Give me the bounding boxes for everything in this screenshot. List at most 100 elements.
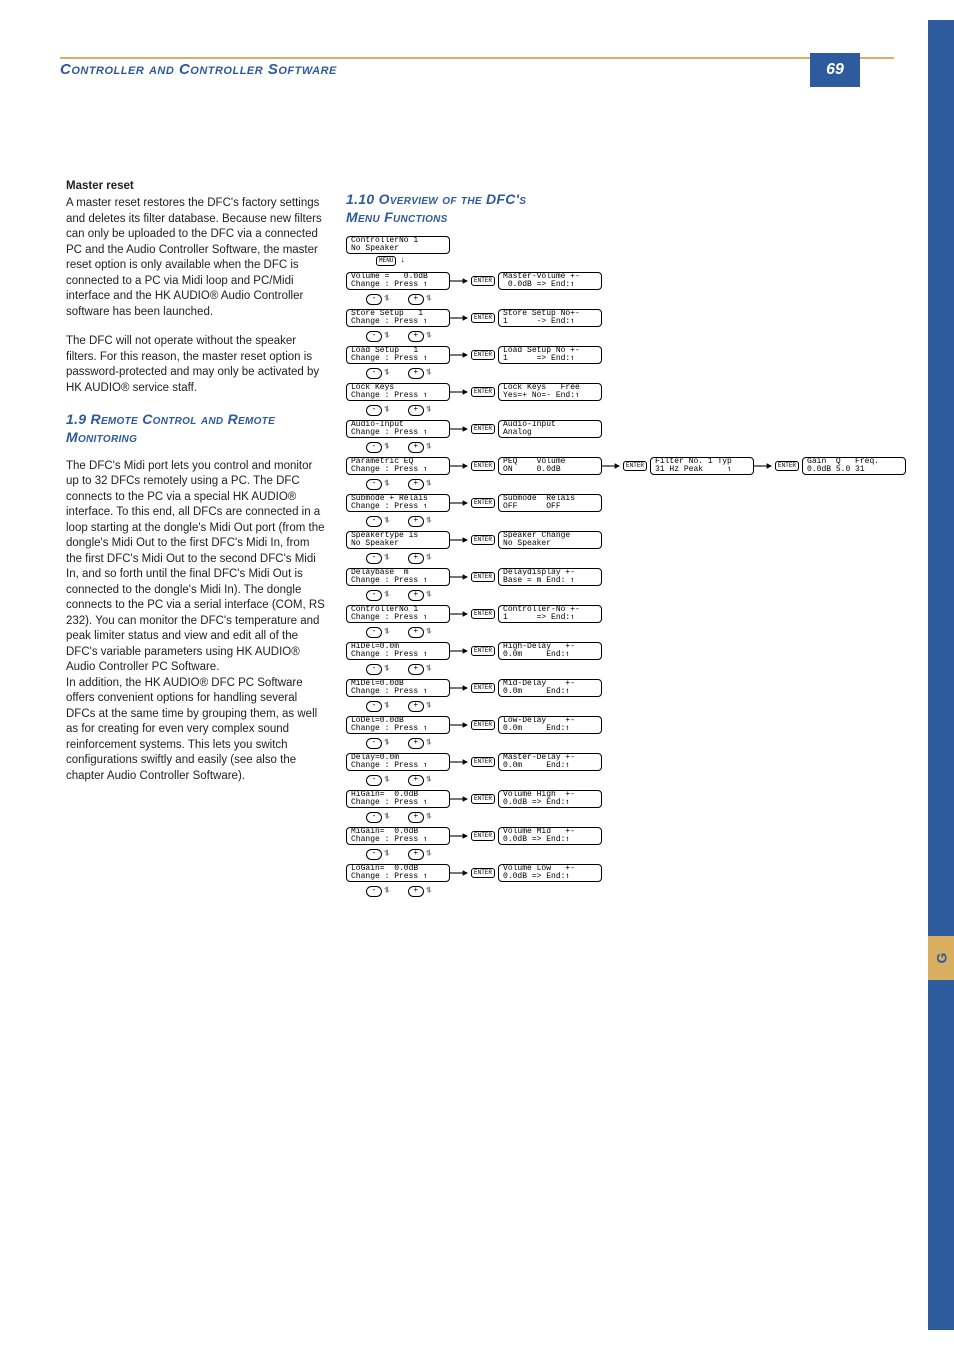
plus-button: + [408, 664, 424, 675]
plus-minus-nav: -⥮ +⥮ [346, 662, 906, 679]
menu-row: Volume = 0.0dB Change : Press ↿ ENTER Ma… [346, 272, 906, 290]
menu-node-right: Delaydisplay +- Base = m End: ↿ [498, 568, 602, 586]
enter-button: ENTER [471, 572, 495, 582]
plus-minus-nav: -⥮ +⥮ [346, 773, 906, 790]
minus-button: - [366, 553, 382, 564]
menu-node-left: HiGain= 0.0dB Change : Press ↿ [346, 790, 450, 808]
menu-node-right: Speaker Change No Speaker [498, 531, 602, 549]
menu-node-left: ControllerNo 1 Change : Press ↿ [346, 605, 450, 623]
plus-minus-nav: -⥮ +⥮ [346, 588, 906, 605]
right-arrow-icon [450, 792, 468, 806]
paragraph: The DFC will not operate without the spe… [66, 334, 328, 396]
right-arrow-icon [450, 718, 468, 732]
plus-button: + [408, 294, 424, 305]
updown-icon: ⥮ [426, 627, 432, 636]
menu-node-right: Submode Relais OFF OFF [498, 494, 602, 512]
enter-button: ENTER [471, 276, 495, 286]
right-arrow-icon [450, 644, 468, 658]
right-column: 1.10 Overview of the DFC's Menu Function… [346, 180, 886, 238]
menu-node-left: LoDel=0.0dB Change : Press ↿ [346, 716, 450, 734]
minus-button: - [366, 849, 382, 860]
enter-button: ENTER [471, 646, 495, 656]
updown-icon: ⥮ [426, 294, 432, 303]
menu-button: MENU [376, 256, 396, 266]
minus-button: - [366, 627, 382, 638]
menu-node-right: Lock Keys Free Yes=+ No=- End:↿ [498, 383, 602, 401]
menu-node-right: Master-Delay +- 0.0m End:↿ [498, 753, 602, 771]
menu-node-left: HiDel=0.0m Change : Press ↿ [346, 642, 450, 660]
menu-node-right: Controller-No +- 1 => End:↿ [498, 605, 602, 623]
enter-button: ENTER [471, 683, 495, 693]
menu-node-right: High-Delay +- 0.0m End:↿ [498, 642, 602, 660]
right-arrow-icon [602, 459, 620, 473]
enter-button: ENTER [471, 609, 495, 619]
plus-minus-nav: -⥮ +⥮ [346, 551, 906, 568]
plus-minus-nav: -⥮ +⥮ [346, 625, 906, 642]
sidebar-strip [928, 20, 954, 1330]
right-arrow-icon [450, 311, 468, 325]
right-arrow-icon [450, 459, 468, 473]
menu-row: Audio-Input Change : Press ↿ ENTER Audio… [346, 420, 906, 438]
minus-button: - [366, 775, 382, 786]
subheading-master-reset: Master reset [66, 180, 328, 192]
right-arrow-icon [450, 422, 468, 436]
menu-node-left: Parametric EQ Change : Press ↿ [346, 457, 450, 475]
updown-icon: ⥮ [384, 405, 390, 414]
right-arrow-icon [450, 348, 468, 362]
plus-button: + [408, 442, 424, 453]
menu-row: HiDel=0.0m Change : Press ↿ ENTER High-D… [346, 642, 906, 660]
menu-node-left: Store Setup 1 Change : Press ↿ [346, 309, 450, 327]
menu-node-right: Store Setup No+- 1 -> End:↿ [498, 309, 602, 327]
menu-node-left: MiGain= 0.0dB Change : Press ↿ [346, 827, 450, 845]
plus-minus-nav: -⥮ +⥮ [346, 699, 906, 716]
menu-row: Load Setup 1 Change : Press ↿ ENTER Load… [346, 346, 906, 364]
minus-button: - [366, 331, 382, 342]
plus-button: + [408, 738, 424, 749]
header-title: Controller and Controller Software [60, 59, 894, 78]
enter-button: ENTER [471, 794, 495, 804]
paragraph: A master reset restores the DFC's factor… [66, 196, 328, 320]
updown-icon: ⥮ [426, 368, 432, 377]
left-column: Master reset A master reset restores the… [66, 180, 328, 798]
page-header: Controller and Controller Software 69 [60, 57, 894, 79]
menu-node-left: MiDel=0.0dB Change : Press ↿ [346, 679, 450, 697]
section-heading-1-10: 1.10 Overview of the DFC's Menu Function… [346, 190, 556, 226]
menu-node-right: Volume Mid +- 0.0dB => End:↿ [498, 827, 602, 845]
menu-diagram: ControllerNo 1 No Speaker MENU ↓ Volume … [346, 236, 906, 901]
plus-minus-nav: -⥮ +⥮ [346, 292, 906, 309]
menu-node-peq-filter: Filter No. 1 Typ 31 Hz Peak ↿ [650, 457, 754, 475]
menu-row: Lock Keys Change : Press ↿ ENTER Lock Ke… [346, 383, 906, 401]
menu-node-left: Speakertype is No Speaker [346, 531, 450, 549]
menu-node-left: Volume = 0.0dB Change : Press ↿ [346, 272, 450, 290]
plus-button: + [408, 553, 424, 564]
updown-icon: ⥮ [384, 442, 390, 451]
updown-icon: ⥮ [426, 442, 432, 451]
updown-icon: ⥮ [384, 479, 390, 488]
updown-icon: ⥮ [426, 738, 432, 747]
updown-icon: ⥮ [426, 812, 432, 821]
plus-minus-nav: -⥮ +⥮ [346, 514, 906, 531]
minus-button: - [366, 368, 382, 379]
menu-row: MiGain= 0.0dB Change : Press ↿ ENTER Vol… [346, 827, 906, 845]
enter-button: ENTER [471, 313, 495, 323]
right-arrow-icon [450, 829, 468, 843]
enter-button: ENTER [623, 461, 647, 471]
updown-icon: ⥮ [426, 553, 432, 562]
plus-button: + [408, 886, 424, 897]
updown-icon: ⥮ [426, 331, 432, 340]
updown-icon: ⥮ [426, 849, 432, 858]
menu-row: LoDel=0.0dB Change : Press ↿ ENTER Low-D… [346, 716, 906, 734]
page-number: 69 [810, 53, 860, 87]
right-arrow-icon [450, 755, 468, 769]
right-arrow-icon [450, 681, 468, 695]
updown-icon: ⥮ [384, 775, 390, 784]
enter-button: ENTER [471, 387, 495, 397]
plus-minus-nav: -⥮ +⥮ [346, 884, 906, 901]
plus-button: + [408, 590, 424, 601]
updown-icon: ⥮ [384, 331, 390, 340]
minus-button: - [366, 886, 382, 897]
menu-node-left: Lock Keys Change : Press ↿ [346, 383, 450, 401]
minus-button: - [366, 405, 382, 416]
enter-button: ENTER [471, 757, 495, 767]
plus-button: + [408, 516, 424, 527]
